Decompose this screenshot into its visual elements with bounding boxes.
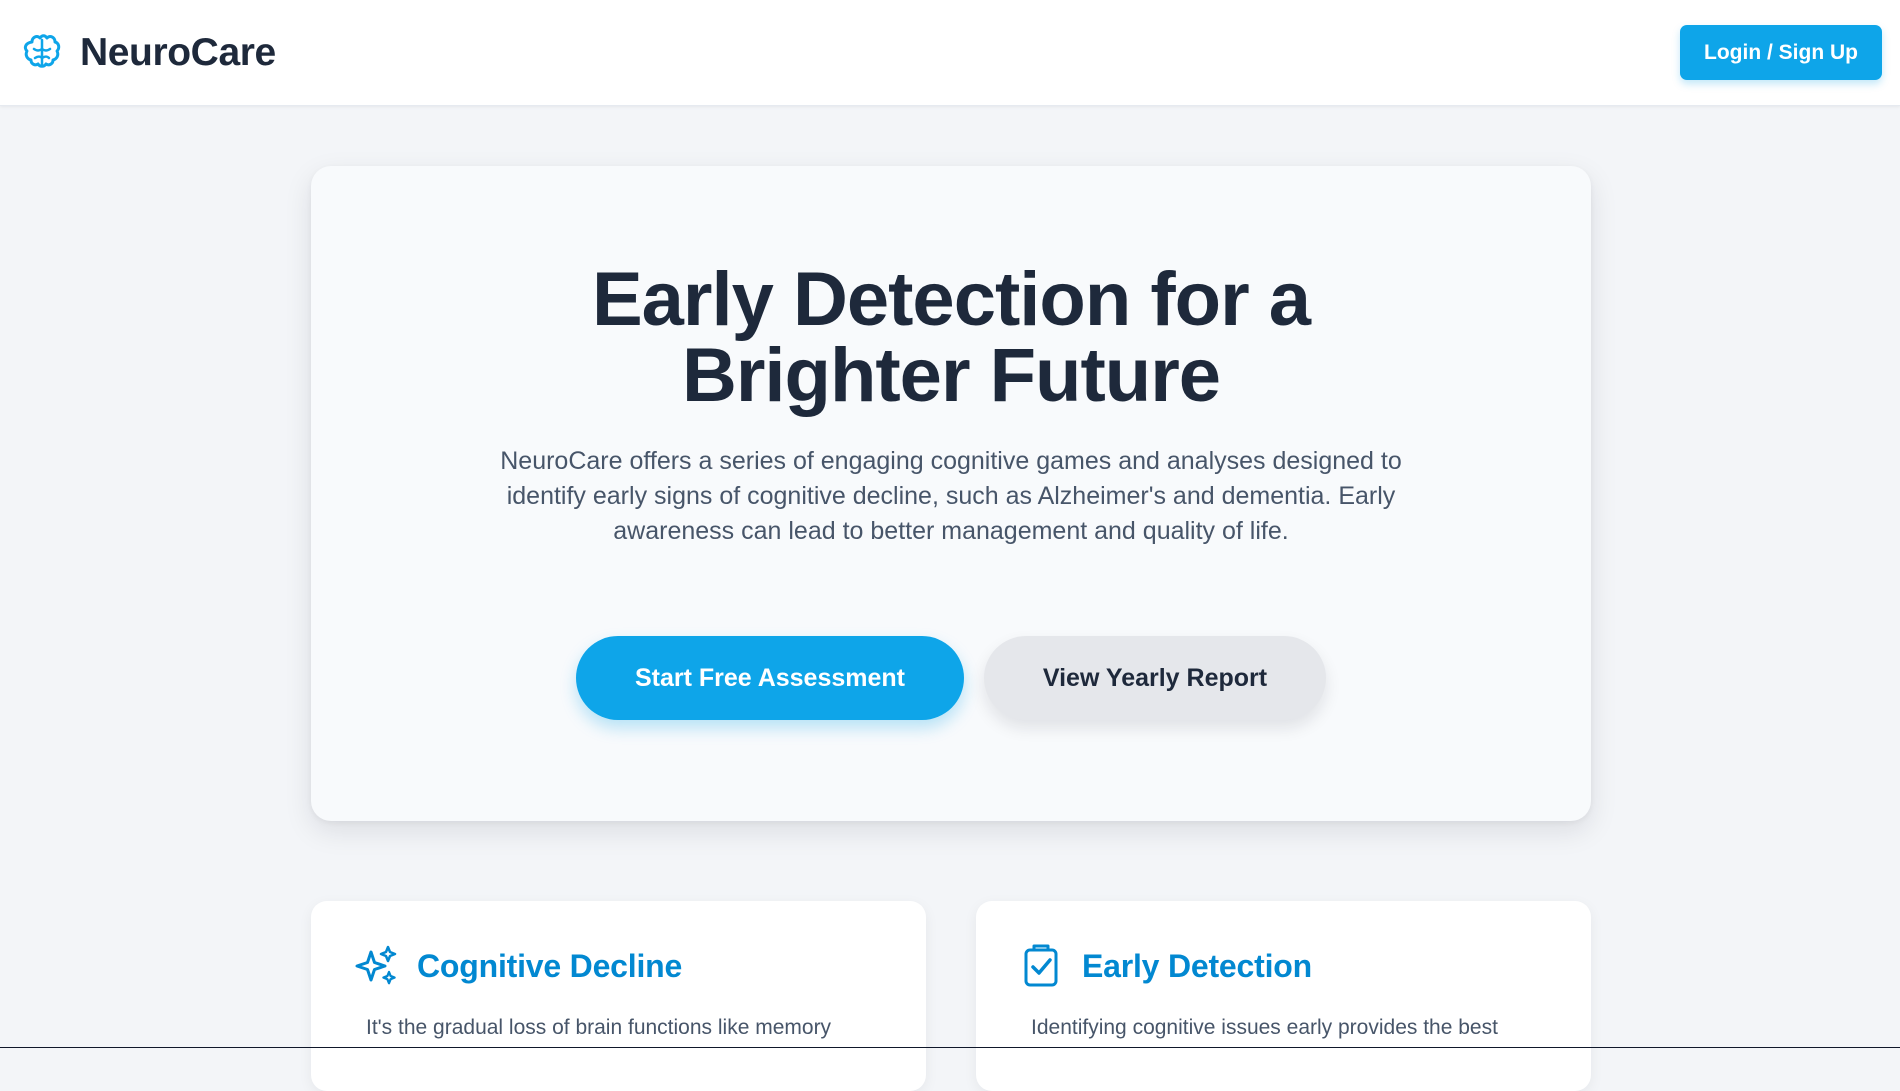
feature-description: Identifying cognitive issues early provi… xyxy=(1031,1016,1498,1039)
top-navigation: NeuroCare Login / Sign Up xyxy=(0,0,1900,106)
hero-card: Early Detection for a Brighter Future Ne… xyxy=(311,166,1591,821)
brain-icon xyxy=(23,34,61,68)
hero-title: Early Detection for a Brighter Future xyxy=(401,262,1501,414)
hero-description: NeuroCare offers a series of engaging co… xyxy=(500,447,1402,545)
brand-logo[interactable]: NeuroCare xyxy=(22,28,276,76)
brand-name: NeuroCare xyxy=(80,30,276,74)
feature-header: Early Detection xyxy=(1018,943,1312,989)
hero-title-line-1: Early Detection for a xyxy=(591,257,1311,342)
sparkles-icon xyxy=(355,945,397,985)
feature-card-early-detection: Early Detection Identifying cognitive is… xyxy=(976,901,1591,1091)
hero-title-line-2: Brighter Future xyxy=(681,333,1221,418)
feature-title: Cognitive Decline xyxy=(417,948,683,984)
view-yearly-report-button[interactable]: View Yearly Report xyxy=(984,636,1326,720)
feature-title: Early Detection xyxy=(1082,948,1312,984)
clipboard-check-icon xyxy=(1024,944,1058,987)
feature-card-cognitive-decline: Cognitive Decline It's the gradual loss … xyxy=(311,901,926,1091)
hero-actions: Start Free Assessment View Yearly Report xyxy=(311,636,1591,720)
feature-description: It's the gradual loss of brain functions… xyxy=(366,1016,832,1039)
start-free-assessment-button[interactable]: Start Free Assessment xyxy=(576,636,964,720)
feature-header: Cognitive Decline xyxy=(353,943,682,989)
login-signup-button[interactable]: Login / Sign Up xyxy=(1680,25,1882,80)
